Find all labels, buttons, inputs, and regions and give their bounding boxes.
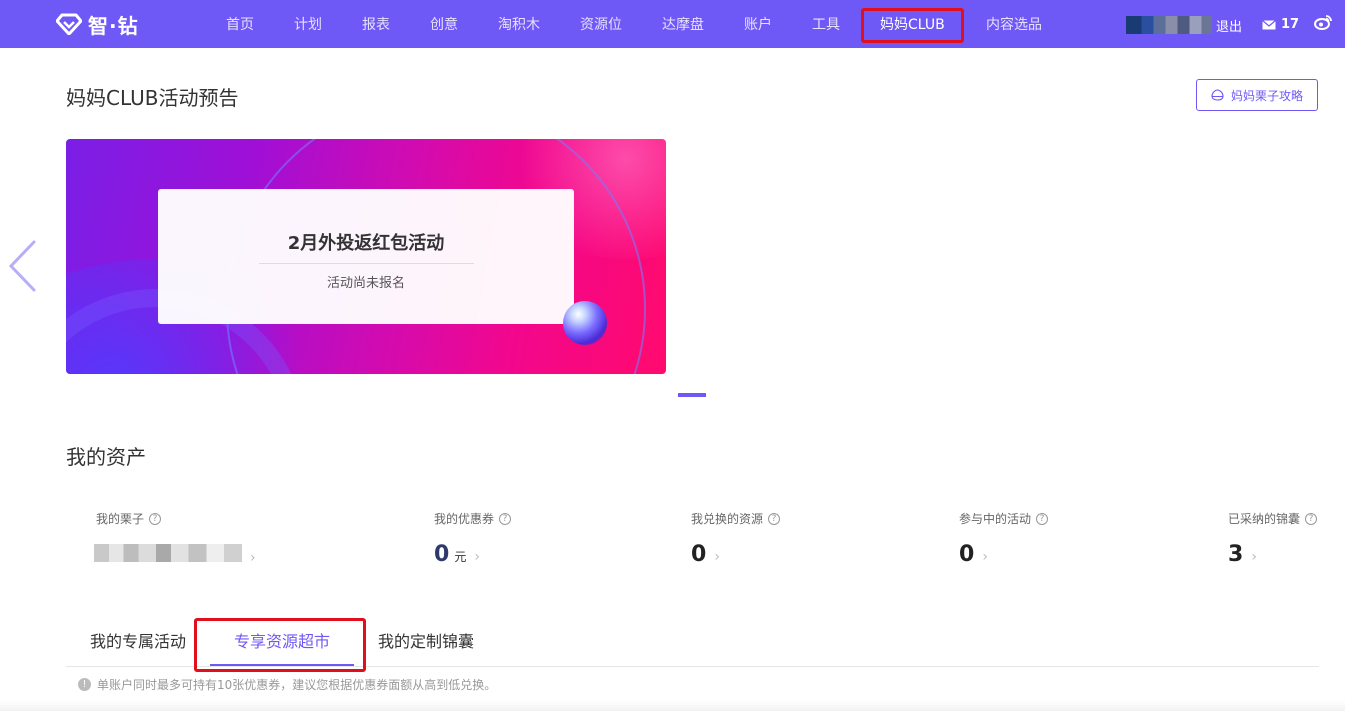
- tab-highlight-box: [194, 618, 366, 672]
- help-icon[interactable]: ?: [149, 512, 162, 525]
- coupon-value: 0: [434, 542, 450, 567]
- asset-label: 参与中的活动: [959, 512, 1032, 526]
- tab-exclusive-activities[interactable]: 我的专属活动: [90, 628, 186, 652]
- help-icon[interactable]: ?: [499, 512, 512, 525]
- help-icon[interactable]: ?: [1036, 512, 1049, 525]
- nav-resource-slot[interactable]: 资源位: [580, 14, 622, 34]
- logout-link[interactable]: 退出: [1216, 16, 1242, 35]
- help-icon[interactable]: ?: [1305, 512, 1318, 525]
- carousel-prev-arrow-icon[interactable]: [8, 240, 38, 292]
- guide-button[interactable]: 妈妈栗子攻略: [1196, 79, 1318, 111]
- asset-value-link[interactable]: 0 ›: [959, 542, 988, 567]
- chevron-right-icon: ›: [250, 550, 256, 566]
- assets-title: 我的资产: [66, 445, 146, 469]
- tips-value: 3: [1228, 542, 1244, 567]
- asset-label: 已采纳的锦囊: [1228, 512, 1301, 526]
- nav-creative[interactable]: 创意: [430, 14, 458, 34]
- chevron-right-icon: ›: [1251, 549, 1257, 565]
- nav-taojimu[interactable]: 淘积木: [498, 14, 540, 34]
- activity-card[interactable]: 2月外投返红包活动 活动尚未报名: [158, 189, 574, 324]
- asset-label: 我的优惠券: [434, 512, 495, 526]
- info-icon: !: [78, 678, 91, 691]
- nav-report[interactable]: 报表: [362, 14, 390, 34]
- weibo-icon[interactable]: [1314, 14, 1332, 30]
- nav-plan[interactable]: 计划: [294, 14, 322, 34]
- asset-value-link[interactable]: ›: [94, 544, 256, 566]
- nav-content-selection[interactable]: 内容选品: [986, 14, 1042, 34]
- nav-damopan[interactable]: 达摩盘: [662, 14, 704, 34]
- asset-value-link[interactable]: 0 ›: [691, 542, 720, 567]
- nav-highlight-box: [861, 8, 964, 43]
- chestnut-icon: [1211, 89, 1224, 101]
- username-redacted: [1126, 16, 1212, 34]
- bottom-shadow: [0, 700, 1345, 711]
- asset-redeemed-resources: 我兑换的资源? 0 ›: [691, 510, 781, 567]
- activity-title: 2月外投返红包活动: [287, 233, 445, 254]
- chevron-right-icon: ›: [982, 549, 988, 565]
- nav-account[interactable]: 账户: [744, 14, 772, 34]
- coupon-unit: 元: [454, 550, 467, 564]
- logo[interactable]: 智·钻: [56, 10, 139, 38]
- guide-button-label: 妈妈栗子攻略: [1230, 88, 1303, 103]
- redeemed-value: 0: [691, 542, 707, 567]
- chestnut-balance-redacted: [94, 544, 242, 562]
- top-nav: 智·钻 首页 计划 报表 创意 淘积木 资源位 达摩盘 账户 工具 妈妈CLUB…: [0, 0, 1345, 48]
- mail-icon: [1262, 19, 1276, 29]
- asset-coupons: 我的优惠券? 0 元 ›: [434, 510, 512, 567]
- tab-custom-tips[interactable]: 我的定制锦囊: [378, 628, 474, 652]
- asset-label: 我的栗子: [96, 512, 145, 526]
- coupon-note: ! 单账户同时最多可持有10张优惠券，建议您根据优惠券面额从高到低兑换。: [78, 676, 496, 693]
- carousel-indicator-active[interactable]: [678, 393, 706, 397]
- messages-button[interactable]: 17: [1262, 17, 1299, 32]
- coupon-note-text: 单账户同时最多可持有10张优惠券，建议您根据优惠券面额从高到低兑换。: [97, 678, 497, 692]
- banner-orb-decoration: [563, 301, 607, 345]
- asset-label: 我兑换的资源: [691, 512, 764, 526]
- asset-chestnuts: 我的栗子? ›: [94, 510, 256, 566]
- asset-value-link[interactable]: 0 元 ›: [434, 542, 480, 567]
- chevron-right-icon: ›: [474, 549, 480, 565]
- asset-adopted-tips: 已采纳的锦囊? 3 ›: [1228, 510, 1318, 567]
- asset-active-activities: 参与中的活动? 0 ›: [959, 510, 1049, 567]
- asset-value-link[interactable]: 3 ›: [1228, 542, 1257, 567]
- nav-home[interactable]: 首页: [226, 14, 254, 34]
- nav-tools[interactable]: 工具: [812, 14, 840, 34]
- activities-value: 0: [959, 542, 975, 567]
- logo-text: 智·钻: [88, 13, 139, 38]
- activity-status: 活动尚未报名: [326, 276, 405, 291]
- message-count: 17: [1281, 17, 1300, 32]
- divider: [259, 263, 474, 264]
- help-icon[interactable]: ?: [768, 512, 781, 525]
- chevron-right-icon: ›: [714, 549, 720, 565]
- diamond-logo-icon: [56, 13, 82, 35]
- activity-banner[interactable]: 2月外投返红包活动 活动尚未报名: [66, 139, 666, 374]
- club-preview-title: 妈妈CLUB活动预告: [66, 86, 239, 110]
